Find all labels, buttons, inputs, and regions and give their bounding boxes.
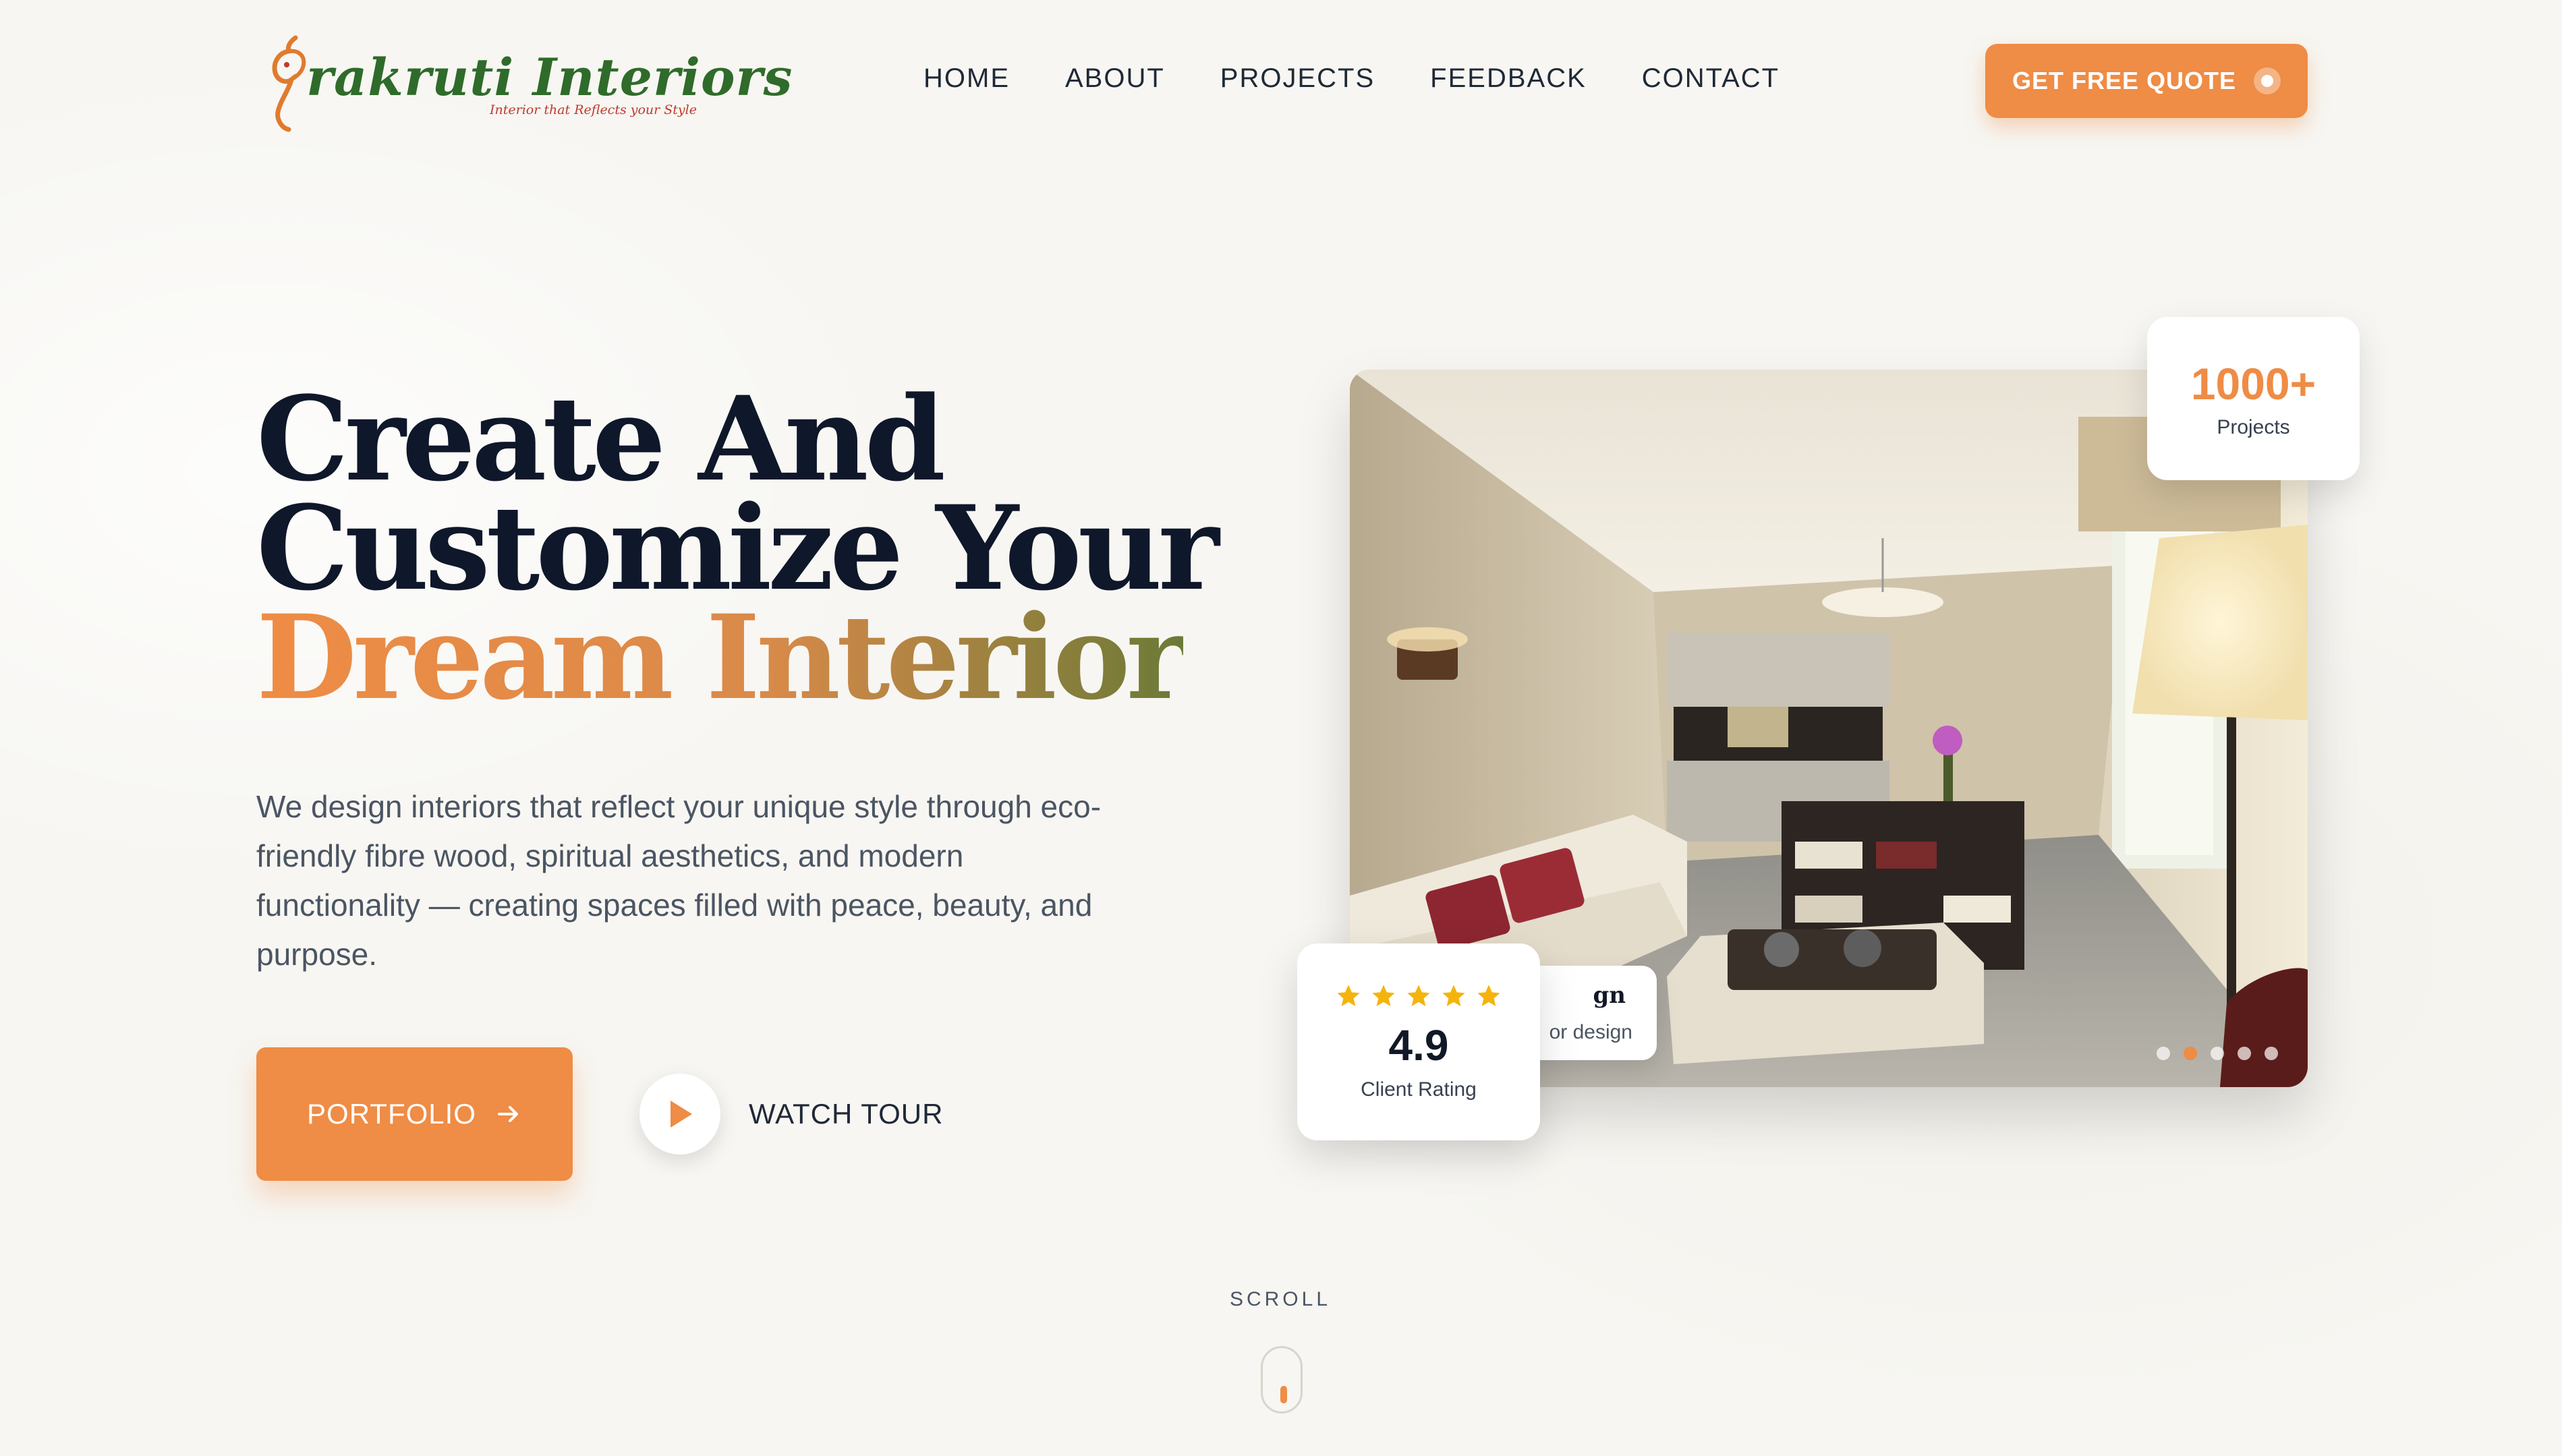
scroll-label: SCROLL (1229, 1288, 1332, 1310)
mouse-scroll-icon[interactable] (1261, 1346, 1303, 1414)
carousel-dot[interactable] (2157, 1047, 2170, 1060)
headline-accent: Dream Interior (256, 589, 1187, 726)
carousel-dot[interactable] (2211, 1047, 2224, 1060)
nav-contact[interactable]: CONTACT (1642, 63, 1780, 94)
rating-card: 4.9 Client Rating (1297, 943, 1540, 1140)
star-icon (1477, 985, 1500, 1006)
play-icon (671, 1101, 692, 1128)
rating-score: 4.9 (1388, 1021, 1449, 1070)
projects-count: 1000+ (2190, 359, 2316, 409)
nav-feedback[interactable]: FEEDBACK (1430, 63, 1587, 94)
rating-stars (1335, 983, 1502, 1010)
portfolio-button-label: PORTFOLIO (307, 1098, 476, 1130)
quote-button-label: GET FREE QUOTE (2012, 67, 2237, 94)
star-icon (1372, 985, 1395, 1006)
main-nav: HOME ABOUT PROJECTS FEEDBACK CONTACT (923, 63, 1780, 94)
nav-home[interactable]: HOME (923, 63, 1010, 94)
nav-about[interactable]: ABOUT (1065, 63, 1165, 94)
projects-stat-card: 1000+ Projects (2147, 317, 2360, 480)
brand-name: rakruti Interiors (306, 47, 793, 107)
get-free-quote-button[interactable]: GET FREE QUOTE (1985, 44, 2308, 118)
projects-label: Projects (2217, 416, 2290, 438)
rating-label: Client Rating (1361, 1078, 1477, 1101)
watch-tour-button[interactable]: WATCH TOUR (639, 1074, 943, 1155)
star-icon (1407, 985, 1430, 1006)
star-icon (1337, 985, 1360, 1006)
arrow-right-icon (497, 1106, 518, 1122)
carousel-dot[interactable] (2265, 1047, 2278, 1060)
brand-tagline: Interior that Reflects your Style (490, 103, 697, 117)
hero-description: We design interiors that reflect your un… (256, 789, 1102, 972)
carousel-dot-active[interactable] (2184, 1047, 2197, 1060)
carousel-dot[interactable] (2238, 1047, 2251, 1060)
nav-projects[interactable]: PROJECTS (1220, 63, 1375, 94)
play-button[interactable] (639, 1074, 720, 1155)
record-dot-icon (2254, 67, 2281, 94)
carousel-dots (2157, 1047, 2278, 1060)
portfolio-button[interactable]: PORTFOLIO (256, 1047, 573, 1181)
watch-tour-label: WATCH TOUR (749, 1098, 944, 1130)
brand-logo[interactable]: rakruti Interiors Interior that Reflects… (264, 32, 792, 134)
star-icon (1442, 985, 1465, 1006)
hero-headline: Create And Customize Your Dream Interior (256, 381, 1220, 716)
